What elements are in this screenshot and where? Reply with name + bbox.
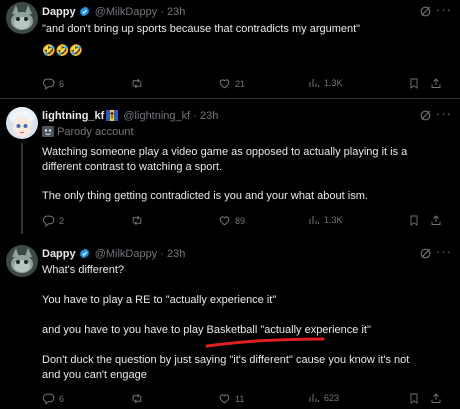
avatar[interactable]: [6, 107, 38, 139]
tweet-text: What's different? You have to play a RE …: [42, 263, 450, 383]
reply-icon: [42, 77, 55, 90]
handle[interactable]: @MilkDappy: [95, 6, 158, 18]
timestamp[interactable]: 23h: [167, 6, 185, 18]
parody-label: Parody account: [42, 126, 134, 140]
timestamp[interactable]: 23h: [200, 110, 218, 122]
action-bar: 2 89 1.3K: [42, 214, 452, 228]
reply-icon: [42, 392, 55, 405]
verified-badge-icon: [79, 248, 90, 262]
more-icon[interactable]: ···: [436, 244, 452, 259]
tweet-1[interactable]: Dappy @MilkDappy · 23h ··· "and don't br…: [0, 0, 460, 98]
red-underline-annotation: [205, 337, 325, 348]
tweet-2[interactable]: lightning_kf @lightning_kf · 23h ··· Par…: [0, 99, 460, 234]
handle[interactable]: @lightning_kf: [123, 110, 190, 122]
like-button[interactable]: 11: [218, 392, 244, 405]
more-icon[interactable]: ···: [436, 2, 452, 17]
reply-button[interactable]: 2: [42, 214, 64, 227]
tweet-header: Dappy @MilkDappy · 23h: [42, 6, 185, 20]
retweet-icon: [130, 77, 144, 90]
tweet-text-line: "and don't bring up sports because that …: [42, 23, 361, 35]
parody-account-text: Parody account: [57, 126, 134, 138]
retweet-button[interactable]: [130, 392, 148, 405]
action-bar: 6 21 1.3K: [42, 77, 452, 91]
like-icon: [218, 214, 231, 227]
grok-icon[interactable]: [419, 5, 432, 21]
action-bar: 6 11 623: [42, 392, 452, 406]
verified-badge-icon: [79, 6, 90, 20]
display-name[interactable]: Dappy: [42, 6, 76, 18]
tweet-text-line: Watching someone play a video game as op…: [42, 146, 408, 158]
tweet-text: Watching someone play a video game as op…: [42, 145, 450, 204]
like-button[interactable]: 89: [218, 214, 245, 227]
share-icon: [430, 77, 442, 90]
reply-count: 2: [59, 215, 65, 226]
share-button[interactable]: [430, 214, 442, 227]
bookmark-icon: [408, 392, 420, 405]
views-icon: [308, 214, 320, 226]
share-button[interactable]: [430, 77, 442, 90]
views-count: 1.3K: [324, 78, 343, 88]
tweet-text-line: The only thing getting contradicted is y…: [42, 190, 368, 202]
bookmark-button[interactable]: [408, 77, 420, 90]
views-button[interactable]: 1.3K: [308, 77, 343, 89]
tweet-text-line: What's different?: [42, 264, 124, 276]
reply-count: 6: [59, 393, 65, 404]
tweet-text-line: and you can't engage: [42, 369, 147, 381]
views-count: 1.3K: [324, 215, 343, 225]
display-name[interactable]: lightning_kf: [42, 110, 104, 122]
grok-icon[interactable]: [419, 109, 432, 125]
separator: ·: [160, 6, 164, 18]
tweet-header: Dappy @MilkDappy · 23h: [42, 248, 185, 262]
flag-icon: [106, 110, 119, 124]
display-name[interactable]: Dappy: [42, 248, 76, 260]
handle[interactable]: @MilkDappy: [95, 248, 158, 260]
views-button[interactable]: 1.3K: [308, 214, 343, 226]
bookmark-button[interactable]: [408, 214, 420, 227]
views-button[interactable]: 623: [308, 392, 339, 404]
avatar[interactable]: [6, 245, 38, 277]
share-icon: [430, 392, 442, 405]
retweet-button[interactable]: [130, 77, 148, 90]
like-count: 89: [235, 215, 246, 226]
bookmark-icon: [408, 77, 420, 90]
reply-icon: [42, 214, 55, 227]
tweet-text-line: You have to play a RE to "actually exper…: [42, 294, 277, 306]
share-icon: [430, 214, 442, 227]
timestamp[interactable]: 23h: [167, 248, 185, 260]
views-icon: [308, 392, 320, 404]
like-count: 21: [235, 78, 246, 89]
reply-count: 6: [59, 78, 65, 89]
grok-icon[interactable]: [419, 247, 432, 263]
tweet-header: lightning_kf @lightning_kf · 23h: [42, 110, 218, 124]
tweet-text-line: different contrast to watching a sport.: [42, 161, 223, 173]
like-count: 11: [235, 393, 245, 404]
thread-line: [21, 143, 23, 234]
separator: ·: [193, 110, 197, 122]
like-icon: [218, 392, 231, 405]
reply-button[interactable]: 6: [42, 77, 64, 90]
tweet-text: "and don't bring up sports because that …: [42, 22, 450, 59]
retweet-icon: [130, 392, 144, 405]
views-icon: [308, 77, 320, 89]
reply-button[interactable]: 6: [42, 392, 64, 405]
timeline: Dappy @MilkDappy · 23h ··· "and don't br…: [0, 0, 460, 409]
separator: ·: [160, 248, 164, 260]
more-icon[interactable]: ···: [436, 106, 452, 121]
bookmark-icon: [408, 214, 420, 227]
views-count: 623: [324, 393, 340, 403]
tweet-text-line: and you have to you have to play Basketb…: [42, 324, 371, 336]
like-button[interactable]: 21: [218, 77, 245, 90]
tweet-text-line: 🤣🤣🤣: [42, 45, 84, 57]
avatar[interactable]: [6, 2, 38, 34]
tweet-3[interactable]: Dappy @MilkDappy · 23h ··· What's differ…: [0, 235, 460, 409]
tweet-text-line: Don't duck the question by just saying "…: [42, 354, 410, 366]
retweet-button[interactable]: [130, 214, 148, 227]
like-icon: [218, 77, 231, 90]
parody-mask-icon: [42, 126, 54, 140]
bookmark-button[interactable]: [408, 392, 420, 405]
share-button[interactable]: [430, 392, 442, 405]
retweet-icon: [130, 214, 144, 227]
